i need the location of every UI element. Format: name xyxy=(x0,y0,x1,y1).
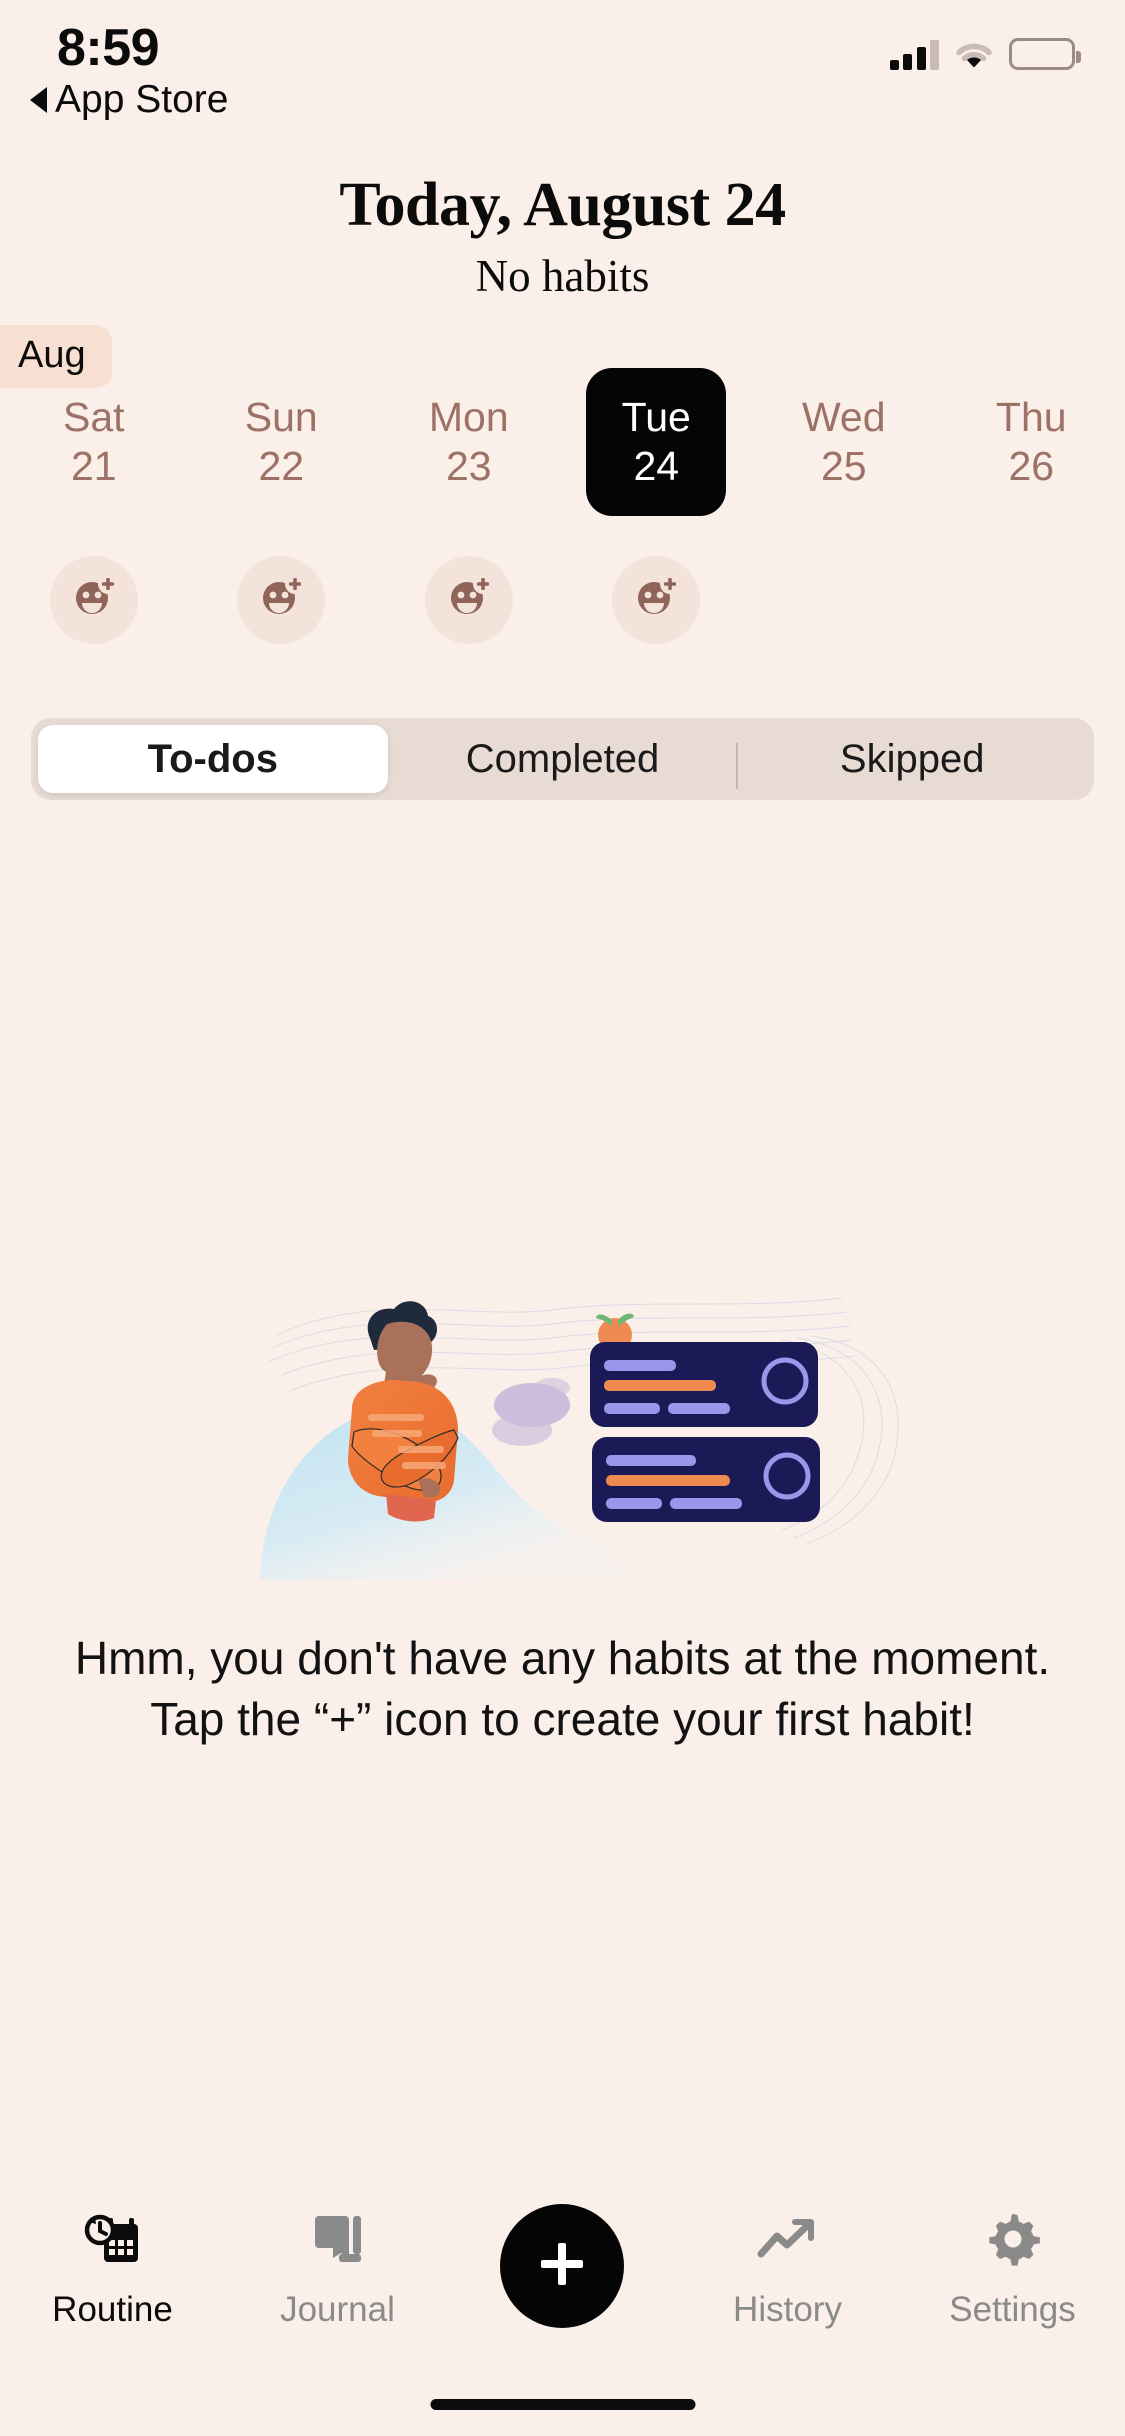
day-of-week-label: Tue xyxy=(621,393,691,440)
day-cell-23[interactable]: Mon 23 xyxy=(399,368,539,516)
day-of-week-label: Thu xyxy=(995,393,1067,440)
book-icon xyxy=(309,2206,367,2272)
tab-label: Routine xyxy=(52,2290,173,2329)
add-mood-face-icon xyxy=(441,570,497,631)
day-of-week-label: Sun xyxy=(244,393,318,440)
segment-divider xyxy=(736,743,739,789)
add-mood-face-icon xyxy=(253,570,309,631)
status-time: 8:59 xyxy=(57,19,160,77)
add-mood-button-23[interactable] xyxy=(424,556,513,644)
segment-skipped[interactable]: Skipped xyxy=(736,725,1087,793)
segment-label: Completed xyxy=(465,736,660,781)
empty-state-message: Hmm, you don't have any habits at the mo… xyxy=(74,1632,1051,1746)
day-cell-24[interactable]: Tue 24 xyxy=(586,368,727,516)
add-habit-fab[interactable] xyxy=(500,2204,624,2328)
day-cell-25[interactable]: Wed 25 xyxy=(774,368,914,516)
day-number-label: 25 xyxy=(820,443,867,489)
segment-completed[interactable]: Completed xyxy=(388,725,738,793)
tab-journal[interactable]: Journal xyxy=(225,2206,450,2330)
day-of-week-label: Wed xyxy=(801,393,886,440)
segment-label: Skipped xyxy=(839,736,985,781)
tab-history[interactable]: History xyxy=(675,2206,900,2330)
app-screen: 8:59 App Store Today, August 24 No habit… xyxy=(0,0,1125,2436)
calendar-clock-icon xyxy=(82,2206,144,2272)
empty-state-illustration xyxy=(222,1280,902,1580)
segment-to-dos[interactable]: To-dos xyxy=(38,725,388,793)
status-indicators xyxy=(889,30,1081,70)
back-to-app-store-link[interactable]: App Store xyxy=(30,78,228,122)
page-subtitle: No habits xyxy=(475,251,650,301)
wifi-icon xyxy=(955,40,993,70)
day-number-label: 23 xyxy=(445,443,492,489)
tab-label: Settings xyxy=(949,2290,1076,2329)
home-indicator xyxy=(430,2399,695,2410)
add-mood-button-21[interactable] xyxy=(49,556,138,644)
day-number-label: 24 xyxy=(633,443,680,489)
day-cell-26[interactable]: Thu 26 xyxy=(961,368,1101,516)
add-mood-button-22[interactable] xyxy=(237,556,326,644)
segment-label: To-dos xyxy=(147,736,278,781)
add-mood-face-icon xyxy=(66,570,122,631)
day-number-label: 26 xyxy=(1008,443,1055,489)
tab-routine[interactable]: Routine xyxy=(0,2206,225,2330)
add-mood-button-24[interactable] xyxy=(612,556,701,644)
tab-label: Journal xyxy=(280,2290,395,2329)
gear-icon xyxy=(984,2206,1042,2272)
mood-row[interactable] xyxy=(0,556,1125,666)
day-strip[interactable]: Sat 21 Sun 22 Mon 23 Tue 24 Wed 25 Thu 26 xyxy=(0,368,1125,558)
battery-icon xyxy=(1009,38,1081,70)
back-arrow-icon xyxy=(30,87,47,113)
day-of-week-label: Sat xyxy=(62,393,125,440)
page-title: Today, August 24 xyxy=(339,171,786,239)
status-bar: 8:59 App Store xyxy=(0,0,1125,132)
day-cell-21[interactable]: Sat 21 xyxy=(24,368,164,516)
trending-up-icon xyxy=(755,2206,821,2272)
tab-settings[interactable]: Settings xyxy=(900,2206,1125,2330)
segmented-control[interactable]: To-dos Completed Skipped xyxy=(31,718,1094,800)
day-number-label: 22 xyxy=(258,443,305,489)
cellular-signal-icon xyxy=(889,40,939,70)
day-number-label: 21 xyxy=(70,443,117,489)
plus-icon xyxy=(531,2233,593,2300)
tab-label: History xyxy=(733,2290,842,2329)
day-of-week-label: Mon xyxy=(428,393,509,440)
back-label: App Store xyxy=(55,78,229,121)
add-mood-face-icon xyxy=(628,570,684,631)
tab-bar[interactable]: Routine Journal History Settings xyxy=(0,2166,1125,2436)
day-cell-22[interactable]: Sun 22 xyxy=(211,368,351,516)
